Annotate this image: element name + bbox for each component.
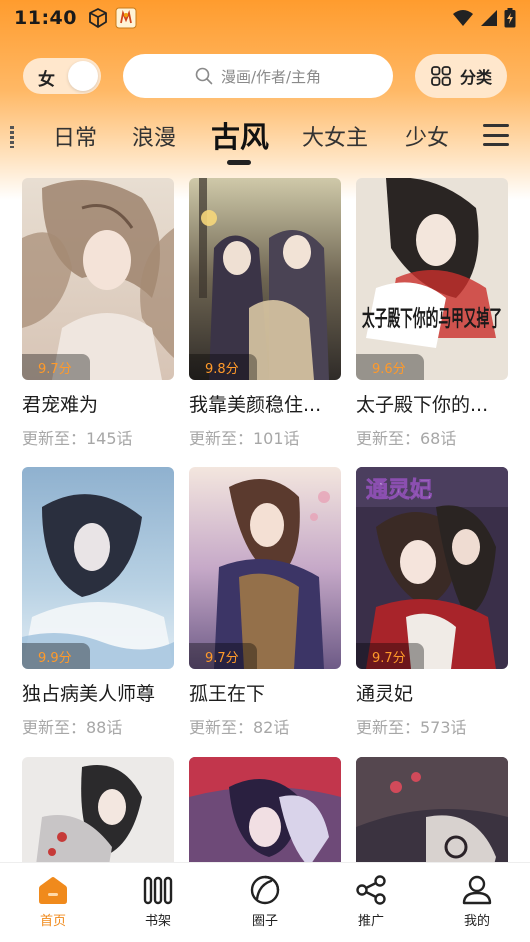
battery-charging-icon [504, 8, 516, 28]
bookshelf-icon [143, 876, 173, 905]
comic-cover[interactable]: 9.7分 [22, 178, 174, 380]
comic-update: 更新至：145话 [22, 429, 133, 448]
menu-icon[interactable] [483, 124, 509, 146]
rating-badge: 9.6分 [356, 354, 424, 380]
comic-update: 更新至：88话 [22, 718, 123, 737]
circle-icon [250, 875, 280, 905]
nav-profile-label: 我的 [463, 914, 490, 929]
nav-home[interactable]: 首页 [18, 875, 88, 935]
nav-promote-label: 推广 [357, 914, 384, 929]
comic-title[interactable]: 太子殿下你的... [356, 390, 508, 417]
tab-romance[interactable]: 浪漫 [132, 120, 176, 152]
nav-profile[interactable]: 我的 [442, 875, 512, 935]
comic-cover[interactable] [189, 757, 341, 862]
comic-title[interactable]: 独占病美人师尊 [22, 679, 174, 706]
wifi-icon [453, 10, 473, 26]
app-notification-icon [115, 7, 137, 29]
comic-card[interactable] [356, 757, 508, 862]
tab-heroine[interactable]: 大女主 [302, 120, 368, 152]
nav-promote[interactable]: 推广 [336, 875, 406, 935]
comic-cover[interactable]: 9.8分 [189, 178, 341, 380]
bottom-navigation: 首页 书架 圈子 推广 我的 [0, 862, 530, 942]
comic-cover[interactable] [356, 757, 508, 862]
comic-update: 更新至：573话 [356, 718, 467, 737]
comic-card[interactable]: 太子殿下你的马甲又掉了 9.6分 太子殿下你的... 更新至：68话 [356, 178, 508, 449]
comic-title[interactable]: 我靠美颜稳住... [189, 390, 341, 417]
comic-card[interactable] [22, 757, 174, 862]
cover-title-text: 太子殿下你的马甲又掉了 [362, 306, 502, 332]
grid-icon [431, 66, 451, 86]
comic-card[interactable]: 9.7分 孤王在下 更新至：82话 [189, 467, 341, 738]
comic-card[interactable]: 9.8分 我靠美颜稳住... 更新至：101话 [189, 178, 341, 449]
rating-badge: 9.7分 [356, 643, 424, 669]
nav-bookshelf[interactable]: 书架 [123, 875, 193, 935]
comic-title[interactable]: 孤王在下 [189, 679, 341, 706]
nav-bookshelf-label: 书架 [144, 914, 171, 929]
nav-circle[interactable]: 圈子 [230, 875, 300, 935]
comic-grid: 9.7分 君宠难为 更新至：145话 9.8分 我靠美颜稳住... 更新至：10… [22, 178, 510, 862]
active-tab-indicator [227, 160, 251, 165]
share-icon [356, 875, 386, 905]
genre-tabs: 日常 浪漫 古风 大女主 少女 [0, 108, 530, 168]
rating-badge: 9.7分 [22, 354, 90, 380]
rating-badge: 9.8分 [189, 354, 257, 380]
cellular-signal-icon [481, 10, 497, 26]
search-icon [195, 67, 213, 85]
tab-ancient-style[interactable]: 古风 [211, 114, 269, 156]
comic-cover[interactable]: 9.9分 [22, 467, 174, 669]
rating-badge: 9.9分 [22, 643, 90, 669]
status-time: 11:40 [14, 7, 77, 29]
gender-label: 女 [38, 70, 55, 90]
comic-title[interactable]: 君宠难为 [22, 390, 174, 417]
status-bar: 11:40 [0, 0, 530, 36]
comic-card[interactable]: 通灵妃 9.7分 通灵妃 更新至：573话 [356, 467, 508, 738]
category-button[interactable]: 分类 [415, 54, 507, 98]
home-icon [39, 877, 67, 904]
gender-toggle[interactable]: 女 [23, 58, 101, 94]
comic-title[interactable]: 通灵妃 [356, 679, 508, 706]
profile-icon [462, 875, 492, 905]
tab-shoujo[interactable]: 少女 [405, 120, 449, 152]
search-row: 女 漫画/作者/主角 分类 [0, 53, 530, 99]
nav-circle-label: 圈子 [251, 914, 278, 929]
cube-notification-icon [89, 8, 107, 28]
nav-home-label: 首页 [39, 914, 66, 929]
cover-title-text: 通灵妃 [366, 477, 432, 503]
comic-cover[interactable] [22, 757, 174, 862]
comic-update: 更新至：101话 [189, 429, 300, 448]
comic-card[interactable]: 9.7分 君宠难为 更新至：145话 [22, 178, 174, 449]
search-input[interactable]: 漫画/作者/主角 [123, 54, 393, 98]
tab-partial-offscreen[interactable] [10, 126, 14, 148]
tab-daily[interactable]: 日常 [53, 120, 97, 152]
comic-cover[interactable]: 9.7分 [189, 467, 341, 669]
category-label: 分类 [459, 68, 492, 87]
comic-cover[interactable]: 太子殿下你的马甲又掉了 9.6分 [356, 178, 508, 380]
toggle-knob [68, 61, 98, 91]
rating-badge: 9.7分 [189, 643, 257, 669]
search-placeholder: 漫画/作者/主角 [220, 67, 322, 86]
comic-card[interactable] [189, 757, 341, 862]
comic-update: 更新至：82话 [189, 718, 290, 737]
comic-update: 更新至：68话 [356, 429, 457, 448]
comic-card[interactable]: 9.9分 独占病美人师尊 更新至：88话 [22, 467, 174, 738]
comic-cover[interactable]: 通灵妃 9.7分 [356, 467, 508, 669]
